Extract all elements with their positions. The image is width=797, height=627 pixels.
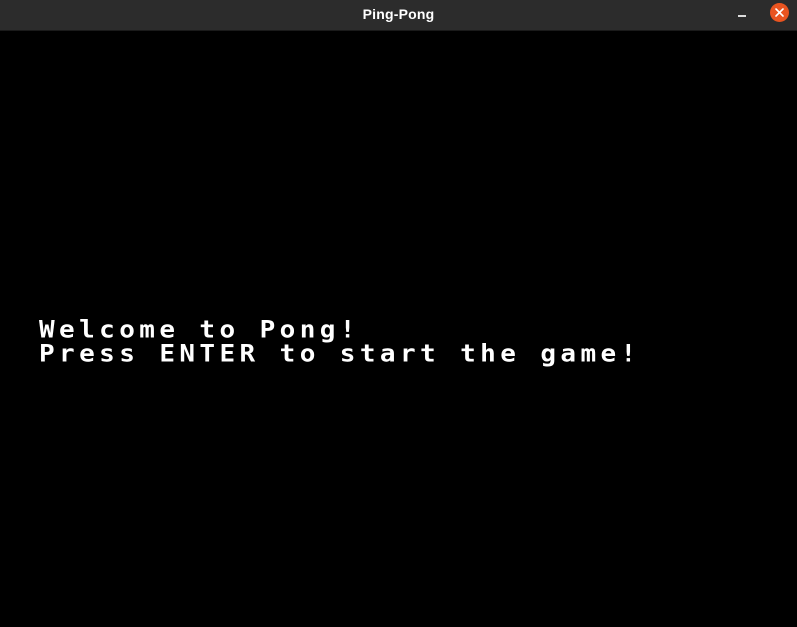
close-icon <box>775 8 784 17</box>
window-title: Ping-Pong <box>362 6 435 22</box>
start-prompt-text: Press ENTER to start the game! <box>39 340 641 368</box>
minimize-button[interactable] <box>734 8 750 22</box>
minimize-icon <box>738 15 746 17</box>
welcome-text: Welcome to Pong! <box>39 316 360 344</box>
app-window: Ping-Pong Welcome to Pong! Press ENTER t… <box>0 0 797 627</box>
game-canvas[interactable]: Welcome to Pong! Press ENTER to start th… <box>0 31 797 627</box>
title-bar[interactable]: Ping-Pong <box>0 0 797 31</box>
close-button[interactable] <box>770 3 789 22</box>
